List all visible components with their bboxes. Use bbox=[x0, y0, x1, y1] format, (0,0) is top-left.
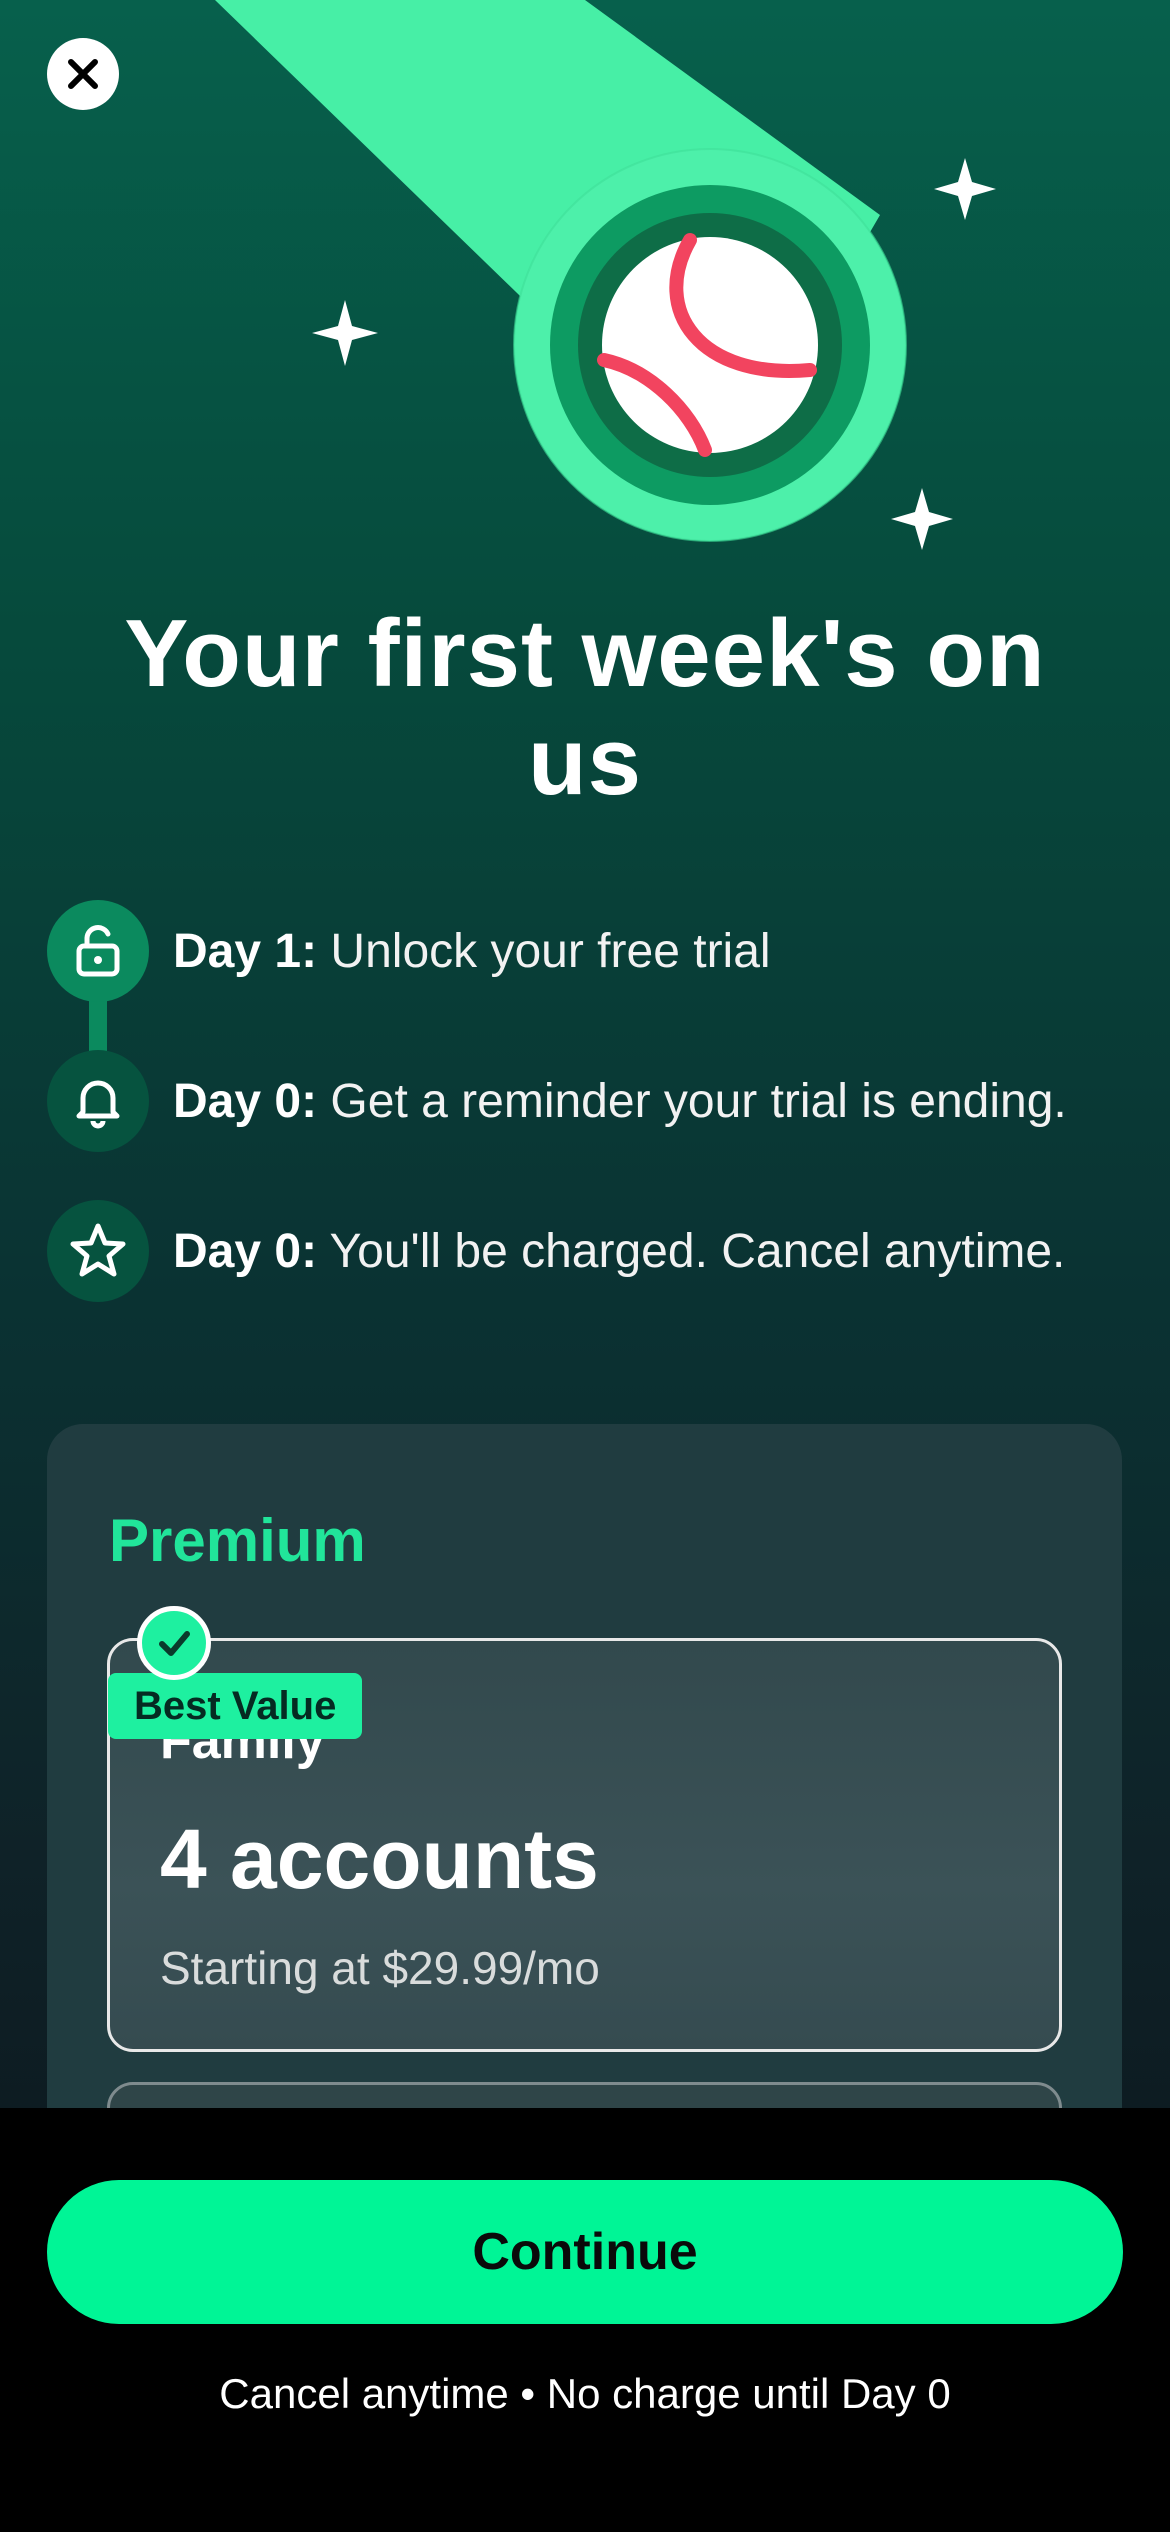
timeline-day-label: Day 1: bbox=[173, 924, 318, 978]
plan-price: Starting at $29.99/mo bbox=[160, 1942, 600, 1994]
plan-card: Premium Family 4 accounts Starting at $2… bbox=[47, 1424, 1122, 2108]
timeline-text: Day 0: You'll be charged. Cancel anytime… bbox=[173, 1224, 1065, 1279]
paywall-screen: Your first week's on us Day 1: Unlock yo… bbox=[0, 0, 1170, 2108]
timeline-description: You'll be charged. Cancel anytime. bbox=[317, 1224, 1066, 1278]
timeline-text: Day 1: Unlock your free trial bbox=[173, 924, 771, 979]
footer-bar: Continue Cancel anytime • No charge unti… bbox=[0, 2108, 1170, 2532]
timeline-description: Get a reminder your trial is ending. bbox=[317, 1074, 1067, 1128]
continue-button[interactable]: Continue bbox=[47, 2180, 1123, 2324]
selected-indicator bbox=[137, 1606, 211, 1680]
star-icon bbox=[70, 1223, 126, 1277]
plan-accounts: 4 accounts bbox=[160, 1812, 599, 1906]
checkmark-icon bbox=[159, 1631, 190, 1656]
timeline-icon-circle bbox=[47, 1200, 149, 1302]
timeline-day-label: Day 0: bbox=[173, 1074, 318, 1128]
timeline-item-charge: Day 0: You'll be charged. Cancel anytime… bbox=[47, 1200, 1147, 1302]
plan-option-secondary[interactable] bbox=[107, 2082, 1062, 2108]
timeline-item-day1: Day 1: Unlock your free trial bbox=[47, 900, 1147, 1002]
close-button[interactable] bbox=[47, 38, 119, 110]
close-icon bbox=[68, 59, 98, 89]
unlock-icon bbox=[76, 925, 120, 977]
page-title: Your first week's on us bbox=[124, 600, 1046, 815]
timeline-icon-circle bbox=[47, 900, 149, 1002]
timeline-description: Unlock your free trial bbox=[317, 924, 771, 978]
timeline-item-reminder: Day 0: Get a reminder your trial is endi… bbox=[47, 1050, 1147, 1152]
timeline-text: Day 0: Get a reminder your trial is endi… bbox=[173, 1074, 1067, 1129]
timeline-icon-circle bbox=[47, 1050, 149, 1152]
timeline-day-label: Day 0: bbox=[173, 1224, 318, 1278]
best-value-badge: Best Value bbox=[108, 1673, 363, 1739]
footer-note: Cancel anytime • No charge until Day 0 bbox=[219, 2370, 951, 2417]
plan-section-label: Premium bbox=[109, 1507, 366, 1574]
bell-icon bbox=[76, 1080, 120, 1129]
baseball-comet-illustration bbox=[215, 0, 996, 550]
